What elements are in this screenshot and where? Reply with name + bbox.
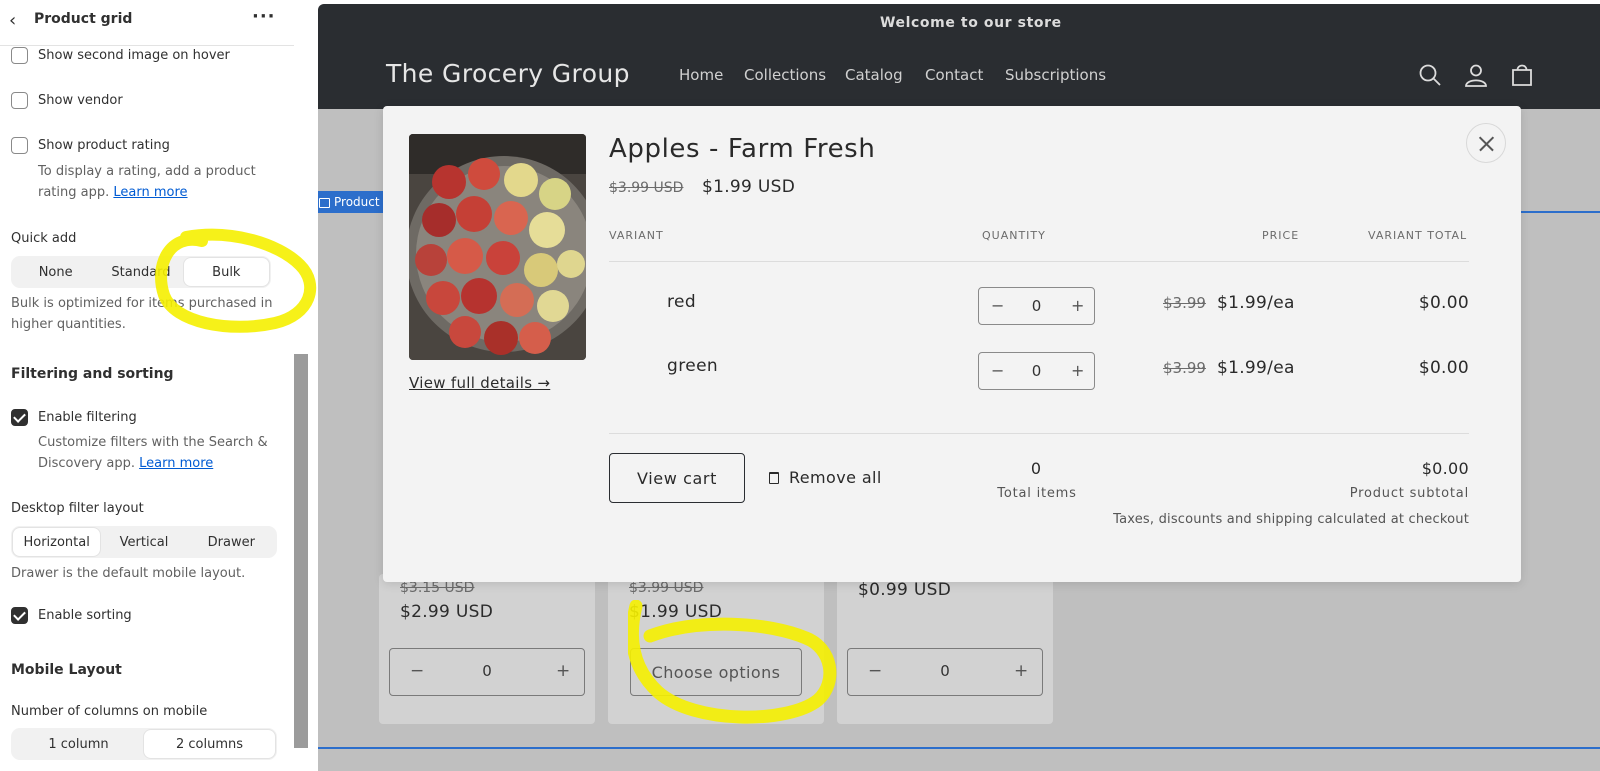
columns-1[interactable]: 1 column [13,730,144,758]
close-icon[interactable] [1466,123,1506,163]
nav-contact[interactable]: Contact [925,66,983,84]
remove-all-button[interactable]: Remove all [769,468,882,487]
checkbox-checked[interactable] [11,607,28,624]
rating-help-text: To display a rating, add a product ratin… [38,161,278,203]
quick-add-label: Quick add [11,231,77,246]
learn-more-link[interactable]: Learn more [139,456,213,471]
quick-add-selector: None Standard Bulk [11,256,271,288]
product-title: Apples - Farm Fresh [609,134,876,164]
option-label: Show second image on hover [38,48,230,63]
column-price: PRICE [1262,229,1300,242]
variant-price-now: $1.99/ea [1217,358,1295,378]
quick-add-none[interactable]: None [13,258,98,286]
mobile-layout-heading: Mobile Layout [11,662,122,678]
checkbox-checked[interactable] [11,409,28,426]
option-label: Show vendor [38,93,123,108]
layout-vertical[interactable]: Vertical [100,528,187,556]
layout-drawer[interactable]: Drawer [188,528,275,556]
panel-header: ‹ Product grid ··· ^ [0,0,304,46]
variant-total: $0.00 [1418,293,1469,313]
store-header: The Grocery Group Home Collections Catal… [318,44,1600,109]
nav-collections[interactable]: Collections [744,66,826,84]
variant-total: $0.00 [1418,358,1469,378]
search-icon[interactable] [1417,62,1443,88]
quick-add-modal: View full details → Apples - Farm Fresh … [383,106,1521,582]
filter-layout-selector: Horizontal Vertical Drawer [11,526,277,558]
mobile-columns-label: Number of columns on mobile [11,704,208,719]
columns-2[interactable]: 2 columns [144,730,275,758]
option-label: Show product rating [38,138,170,153]
filter-layout-desc: Drawer is the default mobile layout. [11,566,246,581]
cart-icon[interactable] [1509,62,1535,88]
product-image[interactable] [409,134,586,360]
plus-icon[interactable]: + [1071,361,1084,380]
settings-panel: ‹ Product grid ··· ^ Show second image o… [0,0,311,771]
nav-subscriptions[interactable]: Subscriptions [1005,66,1106,84]
apples-image [409,134,586,360]
view-full-details-link[interactable]: View full details → [409,374,550,392]
tax-note: Taxes, discounts and shipping calculated… [1113,512,1469,527]
product-price-was: $3.99 USD [609,180,684,196]
panel-title: Product grid [34,11,133,27]
account-icon[interactable] [1463,62,1489,88]
filter-layout-label: Desktop filter layout [11,501,144,516]
subtotal-value: $0.00 [1421,459,1469,478]
column-variant: VARIANT [609,229,664,242]
subtotal-label: Product subtotal [1349,486,1469,501]
variant-price-now: $1.99/ea [1217,293,1295,313]
store-logo[interactable]: The Grocery Group [386,59,630,88]
learn-more-link[interactable]: Learn more [113,185,187,200]
quick-add-standard[interactable]: Standard [98,258,183,286]
panel-scrollbar[interactable] [294,354,308,748]
filtering-heading: Filtering and sorting [11,366,174,382]
back-arrow-icon[interactable]: ‹ [9,10,29,32]
total-items-label: Total items [997,486,1077,501]
total-items-value: 0 [1030,459,1042,478]
store-preview: Welcome to our store The Grocery Group H… [318,4,1600,771]
checkbox[interactable] [11,47,28,64]
variant-price-was: $3.99 [1163,359,1206,377]
checkbox[interactable] [11,92,28,109]
variant-price-was: $3.99 [1163,294,1206,312]
plus-icon[interactable]: + [1071,296,1084,315]
variant-quantity-stepper[interactable]: − 0 + [978,352,1095,390]
checkbox[interactable] [11,137,28,154]
trash-icon [769,472,779,484]
variant-name: green [667,356,719,376]
product-price-now: $1.99 USD [702,177,796,197]
nav-catalog[interactable]: Catalog [845,66,903,84]
mobile-columns-selector: 1 column 2 columns [11,728,277,760]
announcement-bar: Welcome to our store [318,4,1600,44]
layout-horizontal[interactable]: Horizontal [13,528,101,556]
collapse-icon[interactable]: ^ [294,0,304,4]
divider [609,433,1469,434]
announcement-text: Welcome to our store [880,15,1062,31]
divider [609,261,1469,262]
filter-help-text: Customize filters with the Search & Disc… [38,432,274,474]
quick-add-desc: Bulk is optimized for items purchased in… [11,296,273,332]
quick-add-bulk[interactable]: Bulk [183,258,269,286]
column-quantity: QUANTITY [982,229,1046,242]
remove-all-label: Remove all [789,468,882,487]
option-label: Enable sorting [38,608,132,623]
nav-home[interactable]: Home [679,66,723,84]
variant-quantity-stepper[interactable]: − 0 + [978,287,1095,325]
variant-name: red [667,292,697,312]
more-options-icon[interactable]: ··· [252,6,276,27]
option-label: Enable filtering [38,410,137,425]
column-variant-total: VARIANT TOTAL [1368,229,1468,242]
view-cart-button[interactable]: View cart [609,453,745,503]
